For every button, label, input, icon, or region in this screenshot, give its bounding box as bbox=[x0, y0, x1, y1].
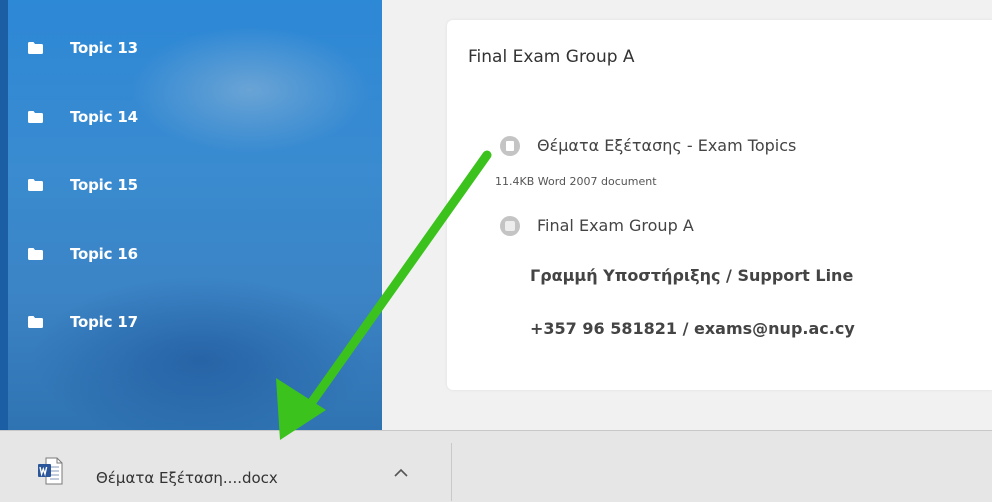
sidebar-item-label: Topic 14 bbox=[70, 108, 138, 126]
sidebar-item-topic-13[interactable]: Topic 13 bbox=[28, 33, 138, 63]
file-meta-info: 11.4KB Word 2007 document bbox=[495, 175, 657, 188]
sidebar-item-topic-15[interactable]: Topic 15 bbox=[28, 170, 138, 200]
sidebar-edge bbox=[0, 0, 8, 430]
final-exam-page-link[interactable]: Final Exam Group A bbox=[537, 216, 694, 235]
sidebar-item-label: Topic 16 bbox=[70, 245, 138, 263]
folder-icon bbox=[28, 248, 43, 260]
section-title: Final Exam Group A bbox=[468, 47, 635, 67]
chevron-up-icon[interactable] bbox=[393, 468, 409, 478]
sidebar-item-label: Topic 15 bbox=[70, 176, 138, 194]
support-contact-info: +357 96 581821 / exams@nup.ac.cy bbox=[530, 319, 855, 338]
download-bar-divider bbox=[451, 443, 452, 501]
download-filename: Θέματα Εξέταση....docx bbox=[96, 469, 278, 487]
exam-topics-file-link[interactable]: Θέματα Εξέτασης - Exam Topics bbox=[537, 136, 796, 155]
folder-icon bbox=[28, 179, 43, 191]
sidebar-item-topic-17[interactable]: Topic 17 bbox=[28, 307, 138, 337]
course-sidebar: Topic 13 Topic 14 Topic 15 Topic 16 Topi… bbox=[0, 0, 382, 430]
file-icon bbox=[500, 136, 520, 156]
page-icon bbox=[500, 216, 520, 236]
download-bar: Θέματα Εξέταση....docx bbox=[0, 430, 992, 502]
download-item[interactable]: Θέματα Εξέταση....docx bbox=[0, 431, 452, 502]
support-line-heading: Γραμμή Υποστήριξης / Support Line bbox=[530, 266, 854, 285]
sidebar-item-label: Topic 13 bbox=[70, 39, 138, 57]
folder-icon bbox=[28, 111, 43, 123]
sidebar-item-topic-16[interactable]: Topic 16 bbox=[28, 239, 138, 269]
sidebar-item-label: Topic 17 bbox=[70, 313, 138, 331]
sidebar-item-topic-14[interactable]: Topic 14 bbox=[28, 102, 138, 132]
word-doc-icon bbox=[38, 457, 63, 485]
folder-icon bbox=[28, 42, 43, 54]
folder-icon bbox=[28, 316, 43, 328]
